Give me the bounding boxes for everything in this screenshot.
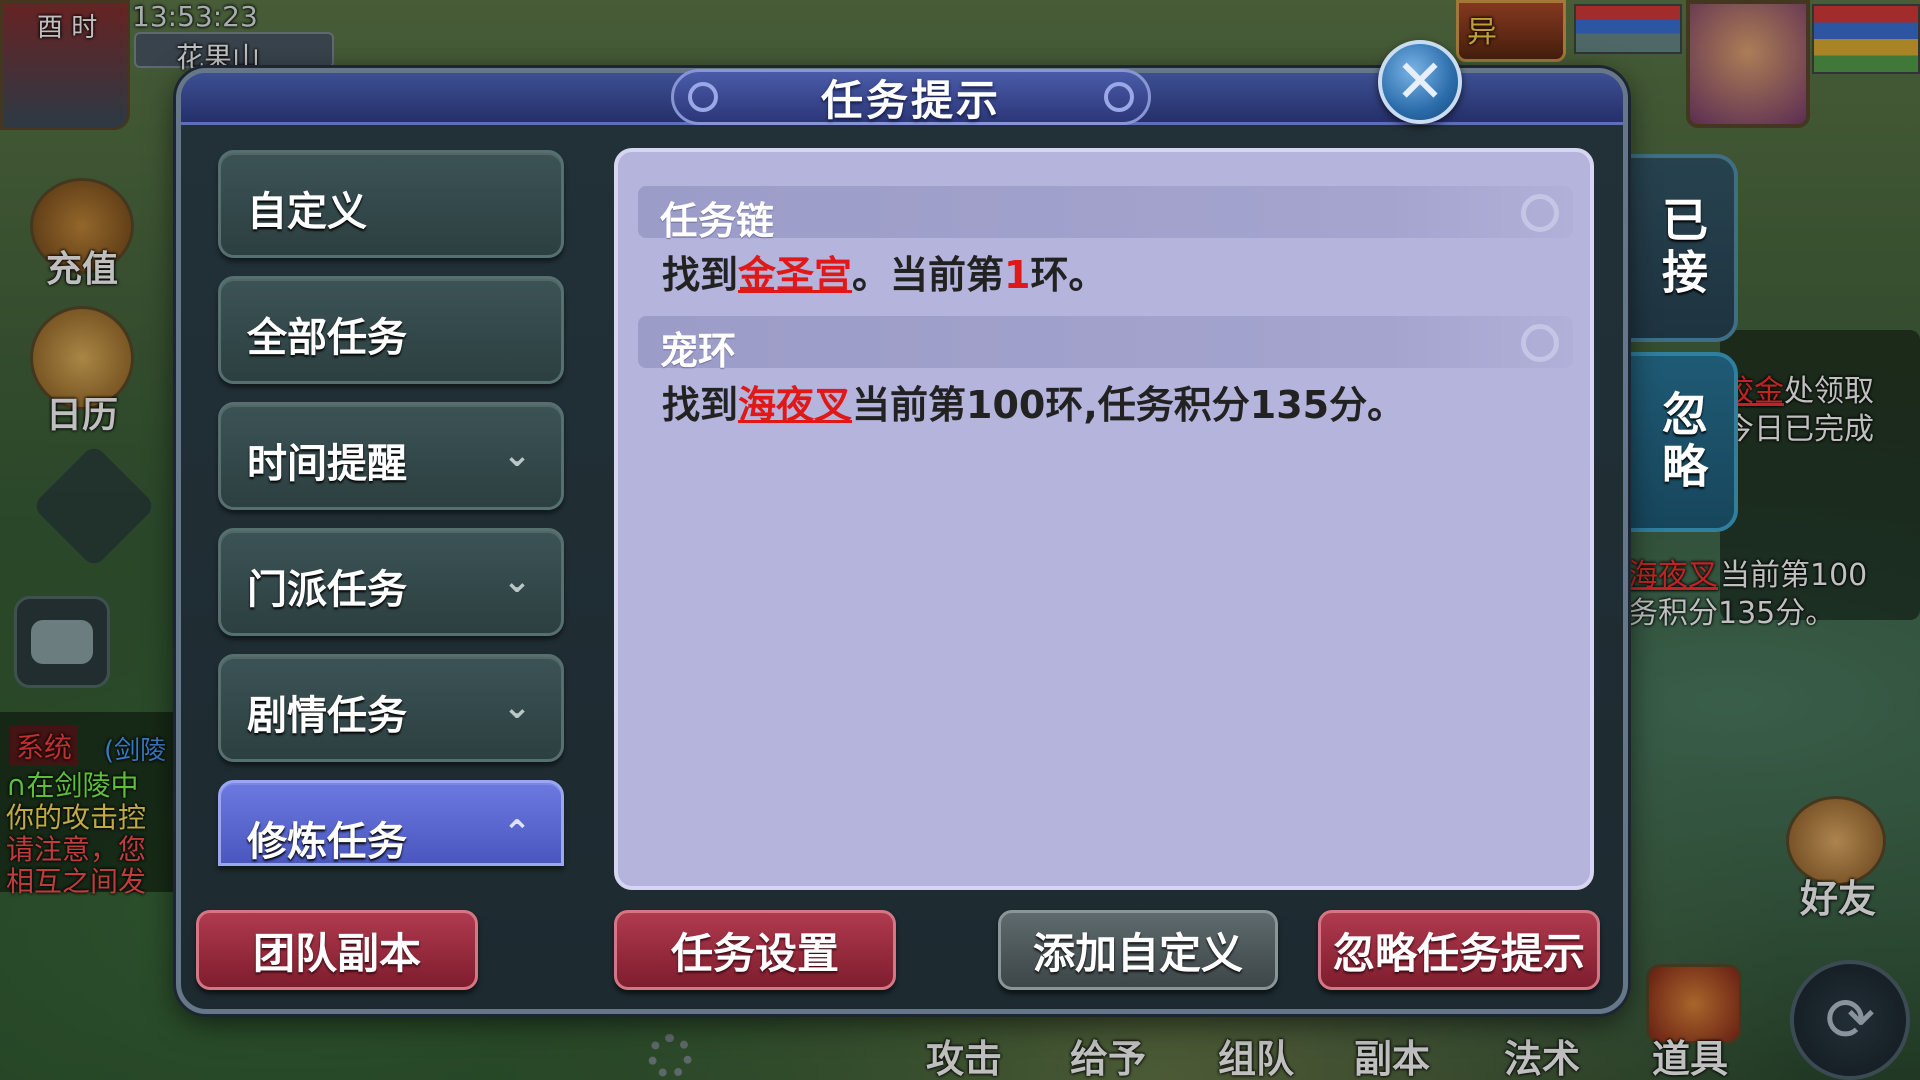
chevron-down-icon: ⌄ — [502, 561, 532, 601]
chevron-down-icon: ⌄ — [502, 435, 532, 475]
chevron-up-icon: ⌃ — [502, 813, 532, 853]
task-text: 。当前第 — [852, 253, 1005, 297]
category-label: 门派任务 — [247, 567, 407, 613]
category-sect-tasks[interactable]: 门派任务 ⌄ — [218, 528, 564, 636]
category-label: 自定义 — [247, 189, 367, 235]
task-round-number: 1 — [1004, 253, 1031, 297]
team-dungeon-button[interactable]: 团队副本 — [196, 910, 478, 990]
tab-accepted[interactable]: 已接 — [1626, 154, 1738, 342]
category-custom[interactable]: 自定义 — [218, 150, 564, 258]
category-label: 剧情任务 — [247, 693, 407, 739]
close-icon: ✕ — [1394, 47, 1446, 117]
task-text: 当前第100环,任务积分135分。 — [852, 383, 1406, 427]
task-section-header: 任务链 — [638, 186, 1573, 243]
close-button[interactable]: ✕ — [1378, 40, 1462, 124]
category-story-tasks[interactable]: 剧情任务 ⌄ — [218, 654, 564, 762]
task-section-title: 宠环 — [660, 329, 737, 373]
ignore-task-hints-button[interactable]: 忽略任务提示 — [1318, 910, 1600, 990]
task-text: 找到 — [662, 253, 739, 297]
swirl-ornament-icon — [688, 82, 718, 112]
task-target-link[interactable]: 海夜叉 — [738, 383, 852, 427]
task-text: 找到 — [662, 383, 739, 427]
task-description: 找到海夜叉当前第100环,任务积分135分。 — [662, 374, 1405, 429]
cloud-ornament-icon — [1521, 324, 1559, 362]
category-label: 全部任务 — [247, 315, 407, 361]
add-custom-button[interactable]: 添加自定义 — [998, 910, 1278, 990]
task-section-header: 宠环 — [638, 316, 1573, 373]
dialog-title: 任务提示 — [820, 75, 1001, 125]
task-content-panel: 任务链 找到金圣宫。当前第1环。 宠环 找到海夜叉当前第100环,任务积分135… — [614, 148, 1594, 890]
swirl-ornament-icon — [1104, 82, 1134, 112]
task-target-link[interactable]: 金圣宫 — [738, 253, 852, 297]
category-training-tasks[interactable]: 修炼任务 ⌃ — [218, 780, 564, 866]
chevron-down-icon: ⌄ — [502, 687, 532, 727]
tab-ignored[interactable]: 忽略 — [1626, 352, 1738, 532]
task-text: 环。 — [1030, 253, 1107, 297]
task-section-title: 任务链 — [660, 199, 775, 243]
category-label: 修炼任务 — [247, 819, 407, 865]
category-time-reminder[interactable]: 时间提醒 ⌄ — [218, 402, 564, 510]
category-label: 时间提醒 — [247, 441, 407, 487]
cloud-ornament-icon — [1521, 194, 1559, 232]
category-all-tasks[interactable]: 全部任务 — [218, 276, 564, 384]
title-plaque: 任务提示 — [671, 69, 1151, 125]
task-settings-button[interactable]: 任务设置 — [614, 910, 896, 990]
task-description: 找到金圣宫。当前第1环。 — [662, 244, 1107, 299]
